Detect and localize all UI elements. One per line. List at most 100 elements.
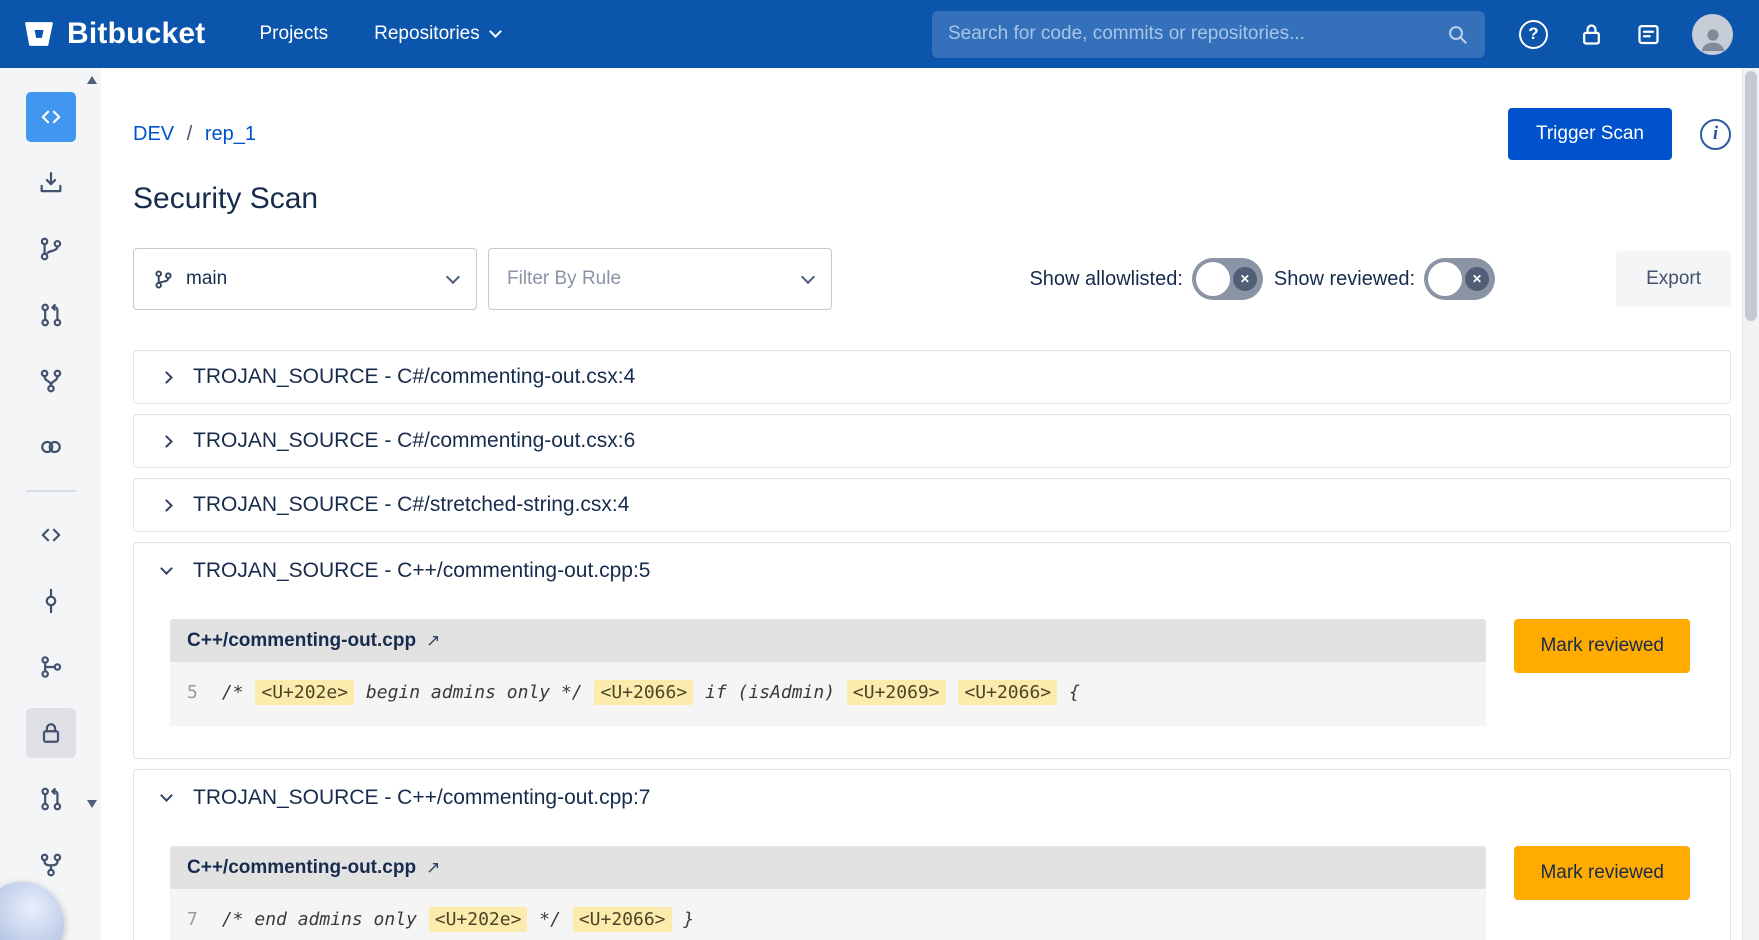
line-number: 7 bbox=[187, 906, 198, 933]
code-segment: /* bbox=[222, 682, 255, 703]
brand-text: Bitbucket bbox=[67, 17, 206, 51]
sidebar-item-branch-graph[interactable] bbox=[26, 642, 76, 692]
pull-request-icon bbox=[37, 301, 65, 329]
pull-request-icon bbox=[37, 785, 65, 813]
avatar[interactable] bbox=[1692, 14, 1733, 55]
sidebar-item-commit[interactable] bbox=[26, 576, 76, 626]
unicode-token: <U+2069> bbox=[847, 680, 946, 705]
chevron-down-icon bbox=[446, 269, 460, 283]
sidebar-item-branch[interactable] bbox=[26, 224, 76, 274]
finding-row: TROJAN_SOURCE - C#/stretched-string.csx:… bbox=[133, 478, 1731, 532]
app-root: Bitbucket Projects Repositories ? bbox=[0, 0, 1759, 940]
finding-body: C++/commenting-out.cpp ↗ 5/* <U+202e> begi… bbox=[134, 599, 1730, 758]
rule-filter-select[interactable]: Filter By Rule bbox=[488, 248, 832, 310]
branch-graph-icon bbox=[37, 653, 65, 681]
help-icon[interactable]: ? bbox=[1519, 20, 1548, 49]
sidebar bbox=[0, 68, 101, 940]
chevron-right-icon bbox=[160, 435, 173, 448]
code-icon bbox=[37, 521, 65, 549]
sidebar-item-security-lock[interactable] bbox=[26, 708, 76, 758]
sidebar-item-rings[interactable] bbox=[26, 422, 76, 472]
sidebar-scrollbar[interactable] bbox=[86, 76, 98, 808]
main-content: DEV / rep_1 Trigger Scan i Security Scan… bbox=[101, 68, 1759, 940]
mark-reviewed-button[interactable]: Mark reviewed bbox=[1514, 619, 1690, 673]
sidebar-item-clone[interactable] bbox=[26, 158, 76, 208]
external-link-icon[interactable]: ↗ bbox=[426, 631, 440, 651]
chevron-down-icon bbox=[160, 789, 173, 802]
toggle-knob bbox=[1428, 262, 1462, 296]
nav-menu: Projects Repositories bbox=[260, 23, 500, 45]
controls-row: main Filter By Rule Show allowlisted: ✕ … bbox=[133, 248, 1731, 310]
show-reviewed-toggle[interactable]: ✕ bbox=[1424, 258, 1495, 300]
scroll-up-icon[interactable] bbox=[87, 76, 97, 84]
rule-filter-placeholder: Filter By Rule bbox=[507, 268, 621, 290]
bitbucket-brand[interactable]: Bitbucket bbox=[22, 17, 206, 51]
code-segment: /* end admins only bbox=[222, 909, 428, 930]
finding-title: TROJAN_SOURCE - C#/stretched-string.csx:… bbox=[193, 493, 629, 517]
branch-icon bbox=[37, 235, 65, 263]
global-search[interactable] bbox=[932, 11, 1485, 58]
branch-select[interactable]: main bbox=[133, 248, 477, 310]
show-reviewed-label: Show reviewed: bbox=[1274, 268, 1415, 291]
breadcrumb: DEV / rep_1 bbox=[133, 123, 256, 146]
show-allowlisted-toggle[interactable]: ✕ bbox=[1192, 258, 1263, 300]
chevron-right-icon bbox=[160, 499, 173, 512]
security-lock-icon bbox=[37, 719, 65, 747]
unicode-token: <U+202e> bbox=[429, 907, 528, 932]
external-link-icon[interactable]: ↗ bbox=[426, 858, 440, 878]
commit-icon bbox=[37, 587, 65, 615]
lock-icon[interactable] bbox=[1578, 21, 1605, 48]
finding-title: TROJAN_SOURCE - C++/commenting-out.cpp:5 bbox=[193, 559, 651, 583]
search-icon[interactable] bbox=[1446, 23, 1469, 46]
unicode-token: <U+2066> bbox=[958, 680, 1057, 705]
code-text: /* <U+202e> begin admins only */ <U+2066… bbox=[222, 679, 1080, 706]
breadcrumb-separator: / bbox=[187, 123, 193, 145]
source-icon bbox=[37, 103, 65, 131]
finding-header[interactable]: TROJAN_SOURCE - C++/commenting-out.cpp:7 bbox=[134, 770, 1730, 826]
toggle-knob bbox=[1196, 262, 1230, 296]
scroll-down-icon[interactable] bbox=[87, 800, 97, 808]
file-name-link[interactable]: C++/commenting-out.cpp bbox=[187, 630, 416, 652]
export-button[interactable]: Export bbox=[1616, 251, 1731, 307]
branch-icon bbox=[152, 268, 175, 291]
nav-repositories[interactable]: Repositories bbox=[374, 23, 500, 45]
code-line: 7 /* end admins only <U+202e> */ <U+2066>… bbox=[170, 889, 1486, 940]
chevron-down-icon bbox=[801, 269, 815, 283]
code-segment: */ bbox=[528, 909, 571, 930]
code-line: 5/* <U+202e> begin admins only */ <U+206… bbox=[170, 662, 1486, 726]
finding-header[interactable]: TROJAN_SOURCE - C#/commenting-out.csx:6 bbox=[134, 415, 1730, 467]
finding-header[interactable]: TROJAN_SOURCE - C++/commenting-out.cpp:5 bbox=[134, 543, 1730, 599]
floating-widget[interactable] bbox=[0, 882, 64, 940]
sidebar-item-code[interactable] bbox=[26, 510, 76, 560]
finding-title: TROJAN_SOURCE - C++/commenting-out.cpp:7 bbox=[193, 786, 651, 810]
page-scrollbar[interactable] bbox=[1742, 68, 1759, 940]
sidebar-item-pipelines[interactable] bbox=[26, 356, 76, 406]
finding-header[interactable]: TROJAN_SOURCE - C#/stretched-string.csx:… bbox=[134, 479, 1730, 531]
breadcrumb-project-link[interactable]: DEV bbox=[133, 123, 174, 145]
finding-header[interactable]: TROJAN_SOURCE - C#/commenting-out.csx:4 bbox=[134, 351, 1730, 403]
feedback-icon[interactable] bbox=[1635, 21, 1662, 48]
breadcrumb-repo-link[interactable]: rep_1 bbox=[205, 123, 256, 145]
sidebar-item-pull-request[interactable] bbox=[26, 774, 76, 824]
toggle-off-x-icon: ✕ bbox=[1233, 267, 1257, 291]
unicode-token: <U+202e> bbox=[255, 680, 354, 705]
file-name-link[interactable]: C++/commenting-out.cpp bbox=[187, 857, 416, 879]
mark-reviewed-button[interactable]: Mark reviewed bbox=[1514, 846, 1690, 900]
trigger-scan-button[interactable]: Trigger Scan bbox=[1508, 108, 1672, 160]
nav-projects-label: Projects bbox=[260, 23, 329, 45]
pipelines-icon bbox=[37, 367, 65, 395]
branch-select-value: main bbox=[186, 268, 227, 290]
fork-icon bbox=[37, 851, 65, 879]
search-input[interactable] bbox=[948, 23, 1446, 45]
code-segment: } bbox=[673, 909, 695, 930]
navbar-icons: ? bbox=[1519, 14, 1733, 55]
bitbucket-logo-icon bbox=[22, 17, 56, 51]
sidebar-divider bbox=[26, 490, 76, 492]
scrollbar-thumb[interactable] bbox=[1745, 71, 1757, 321]
nav-projects[interactable]: Projects bbox=[260, 23, 329, 45]
finding-row: TROJAN_SOURCE - C#/commenting-out.csx:4 bbox=[133, 350, 1731, 404]
info-icon[interactable]: i bbox=[1700, 119, 1731, 150]
sidebar-item-pull-request[interactable] bbox=[26, 290, 76, 340]
sidebar-item-source[interactable] bbox=[26, 92, 76, 142]
unicode-token: <U+2066> bbox=[573, 907, 672, 932]
